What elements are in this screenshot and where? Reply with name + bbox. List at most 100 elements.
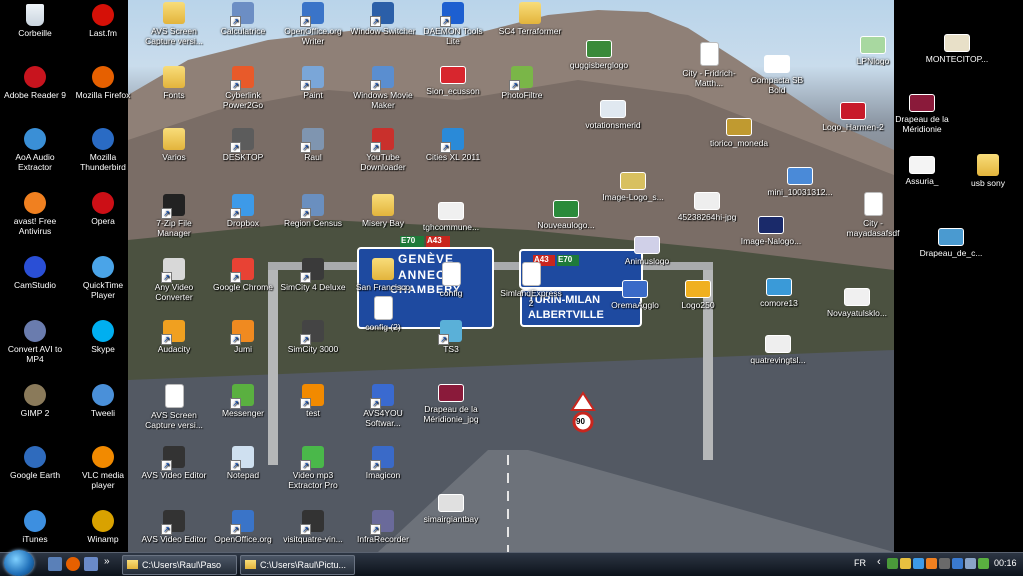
desktop-icon-tghcommune[interactable]: tghcommune... [418, 202, 484, 232]
desktop-icon-tweeli[interactable]: Tweeli [70, 384, 136, 418]
desktop-icon-quicktime-player[interactable]: QuickTime Player [70, 256, 136, 300]
desktop-icon-lpnlogo[interactable]: LPNlogo [840, 36, 906, 66]
desktop-icon-windows-movie-maker[interactable]: Windows Movie Maker [350, 66, 416, 110]
desktop-icon-openoffice-org[interactable]: OpenOffice.org [210, 510, 276, 544]
desktop-icon-nouveaulogo[interactable]: Nouveaulogo... [533, 200, 599, 230]
desktop-icon-sion-ecusson[interactable]: Sion_ecusson [420, 66, 486, 96]
desktop-icon-paint[interactable]: Paint [280, 66, 346, 100]
desktop-icon-itunes[interactable]: iTunes [2, 510, 68, 544]
desktop-icon-usb-sony[interactable]: usb sony [955, 154, 1021, 188]
desktop-icon-fonts[interactable]: Fonts [141, 66, 207, 100]
tray-app-icon-4[interactable] [926, 558, 937, 569]
desktop-icon-calculatrice[interactable]: Calculatrice [210, 2, 276, 36]
desktop-icon-drapeau-de-la-meridionie-jpg[interactable]: Drapeau de la Méridionie_jpg [418, 384, 484, 424]
desktop-icon-quatrevingtsl[interactable]: quatrevingtsl... [745, 335, 811, 365]
desktop-icon-avs-video-editor[interactable]: AVS Video Editor [141, 446, 207, 480]
desktop-icon-ts3[interactable]: TS3 [418, 320, 484, 354]
desktop-icon-misery-bay[interactable]: Misery Bay [350, 194, 416, 228]
desktop-icon-photofiltre[interactable]: PhotoFiltre [489, 66, 555, 100]
desktop-icon-montecitop[interactable]: MONTECITOP... [924, 34, 990, 64]
desktop-icon-logo250[interactable]: Logo250 [665, 280, 731, 310]
desktop-icon-vlc-media-player[interactable]: VLC media player [70, 446, 136, 490]
desktop-icon-imagicon[interactable]: Imagicon [350, 446, 416, 480]
desktop-icon-novayatulsklo[interactable]: Novayatulsklo... [824, 288, 890, 318]
desktop-icon-image-logo-s[interactable]: Image-Logo_s... [600, 172, 666, 202]
desktop-icon-notepad[interactable]: Notepad [210, 446, 276, 480]
desktop-icon-guggisberglogo[interactable]: guggisberglogo [566, 40, 632, 70]
desktop-icon-simcity-3000[interactable]: SimCity 3000 [280, 320, 346, 354]
desktop-icon-raul[interactable]: Raul [280, 128, 346, 162]
desktop-icon-daemon-tools-lite[interactable]: DAEMON Tools Lite [420, 2, 486, 46]
desktop-icon-google-earth[interactable]: Google Earth [2, 446, 68, 480]
desktop-icon-adobe-reader-9[interactable]: Adobe Reader 9 [2, 66, 68, 100]
desktop-icon-image-nalogo[interactable]: Image-Nalogo... [738, 216, 804, 246]
desktop-icon-7-zip-file-manager[interactable]: 7-Zip File Manager [141, 194, 207, 238]
desktop-icon-cities-xl-2011[interactable]: Cities XL 2011 [420, 128, 486, 162]
desktop-icon-convert-avi-to-mp4[interactable]: Convert AVI to MP4 [2, 320, 68, 364]
desktop-icon-visitquatre-vin[interactable]: visitquatre-vin... [280, 510, 346, 544]
desktop-icon-city-fridrich-matth[interactable]: City - Fridrich-Matth... [676, 42, 742, 88]
tray-app-icon-1[interactable] [887, 558, 898, 569]
desktop-icon-comore13[interactable]: comore13 [746, 278, 812, 308]
desktop-icon-skype[interactable]: Skype [70, 320, 136, 354]
desktop-icon-aoa-audio-extractor[interactable]: AoA Audio Extractor [2, 128, 68, 172]
desktop-icon-simairgiantbay[interactable]: simairgiantbay [418, 494, 484, 524]
desktop-icon-avs4you-softwar[interactable]: AVS4YOU Softwar... [350, 384, 416, 428]
desktop-icon-test[interactable]: test [280, 384, 346, 418]
desktop-icon-window-switcher[interactable]: Window Switcher [350, 2, 416, 36]
desktop-icon-avast-free-antivirus[interactable]: avast! Free Antivirus [2, 192, 68, 236]
desktop-icon-dropbox[interactable]: Dropbox [210, 194, 276, 228]
desktop-icon-infrarecorder[interactable]: InfraRecorder [350, 510, 416, 544]
desktop-icon-mozilla-thunderbird[interactable]: Mozilla Thunderbird [70, 128, 136, 172]
desktop-icon-simcity-4-deluxe[interactable]: SimCity 4 Deluxe [280, 258, 346, 292]
desktop-icon-animuslogo[interactable]: Animuslogo [614, 236, 680, 266]
desktop-icon-region-census[interactable]: Region Census [280, 194, 346, 228]
desktop-icon-avs-screen-capture-versi[interactable]: AVS Screen Capture versi... [141, 384, 207, 430]
desktop-icon-opera[interactable]: Opera [70, 192, 136, 226]
desktop-icon-winamp[interactable]: Winamp [70, 510, 136, 544]
desktop-icon-audacity[interactable]: Audacity [141, 320, 207, 354]
desktop-icon-corbeille[interactable]: Corbeille [2, 4, 68, 38]
desktop-icon-cyberlink-power2go[interactable]: Cyberlink Power2Go [210, 66, 276, 110]
desktop-icon-youtube-downloader[interactable]: YouTube Downloader [350, 128, 416, 172]
start-button[interactable] [4, 550, 34, 576]
desktop-icon-messenger[interactable]: Messenger [210, 384, 276, 418]
desktop-icon-config-2[interactable]: config (2) [350, 296, 416, 332]
desktop-icon-oremaagglo[interactable]: OremaAgglo [602, 280, 668, 310]
desktop-icon-avs-screen-capture-versi[interactable]: AVS Screen Capture versi... [141, 2, 207, 46]
tray-expand-icon[interactable]: ‹ [877, 556, 881, 568]
desktop-icon-config[interactable]: config [418, 262, 484, 298]
desktop-icon-jumi[interactable]: Jumi [210, 320, 276, 354]
tray-app-icon-2[interactable] [900, 558, 911, 569]
desktop-icon-drapeau-de-c[interactable]: Drapeau_de_c... [918, 228, 984, 258]
desktop-icon-san-francisco[interactable]: San Francisco [350, 258, 416, 292]
show-desktop-icon[interactable] [48, 557, 62, 571]
network-icon[interactable] [952, 558, 963, 569]
desktop-icon-any-video-converter[interactable]: Any Video Converter [141, 258, 207, 302]
tray-app-icon-3[interactable] [913, 558, 924, 569]
desktop-icon-45238264hi-jpg[interactable]: 45238264hi-jpg [674, 192, 740, 222]
volume-icon[interactable] [965, 558, 976, 569]
desktop-icon-openoffice-org-writer[interactable]: OpenOffice.org Writer [280, 2, 346, 46]
language-indicator[interactable]: FR [854, 558, 866, 568]
desktop-icon-camstudio[interactable]: CamStudio [2, 256, 68, 290]
desktop-icon-votationsmerid[interactable]: votationsmerid [580, 100, 646, 130]
taskbar-item-pictures[interactable]: C:\Users\Raul\Pictu... [240, 555, 355, 575]
desktop-icon-video-mp3-extractor-pro[interactable]: Video mp3 Extractor Pro [280, 446, 346, 490]
desktop-icon-sc4-terraformer[interactable]: SC4 Terraformer [497, 2, 563, 36]
switch-windows-icon[interactable] [84, 557, 98, 571]
desktop-icon-compacta-sb-bold[interactable]: Compacta SB Bold [744, 55, 810, 95]
desktop-icon-google-chrome[interactable]: Google Chrome [210, 258, 276, 292]
desktop-icon-gimp-2[interactable]: GIMP 2 [2, 384, 68, 418]
desktop-icon-mini-10031312[interactable]: mini_10031312... [767, 167, 833, 197]
desktop-icon-simlandexpress2[interactable]: SimlandExpress2 [498, 262, 564, 308]
desktop-icon-last-fm[interactable]: Last.fm [70, 4, 136, 38]
desktop-icon-city-mayadasafsdf[interactable]: City - mayadasafsdf [840, 192, 906, 238]
desktop-icon-varios[interactable]: Varios [141, 128, 207, 162]
desktop-icon-tiorico-moneda[interactable]: tiorico_moneda [706, 118, 772, 148]
desktop-icon-drapeau-de-la-meridionie[interactable]: Drapeau de la Méridionie [889, 94, 955, 134]
desktop-icon-desktop[interactable]: DESKTOP [210, 128, 276, 162]
desktop-icon-mozilla-firefox[interactable]: Mozilla Firefox [70, 66, 136, 100]
battery-icon[interactable] [978, 558, 989, 569]
quicklaunch-overflow-icon[interactable]: » [104, 556, 110, 567]
